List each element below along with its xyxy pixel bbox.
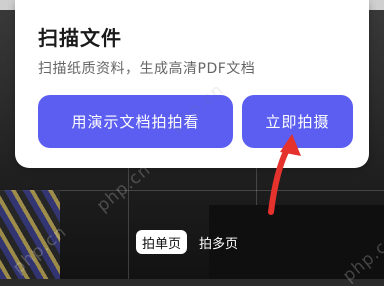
red-arrow-annotation [268, 134, 301, 215]
scan-file-dialog: 扫描文件 扫描纸质资料，生成高清PDF文档 用演示文档拍拍看 立即拍摄 php.… [15, 0, 369, 168]
dialog-subtitle: 扫描纸质资料，生成高清PDF文档 [38, 61, 256, 77]
capture-mode-switch: 拍单页 拍多页 [136, 228, 244, 256]
dialog-title: 扫描文件 [38, 26, 122, 50]
mode-single-page[interactable]: 拍单页 [136, 230, 188, 254]
mode-multi-page[interactable]: 拍多页 [193, 230, 244, 254]
